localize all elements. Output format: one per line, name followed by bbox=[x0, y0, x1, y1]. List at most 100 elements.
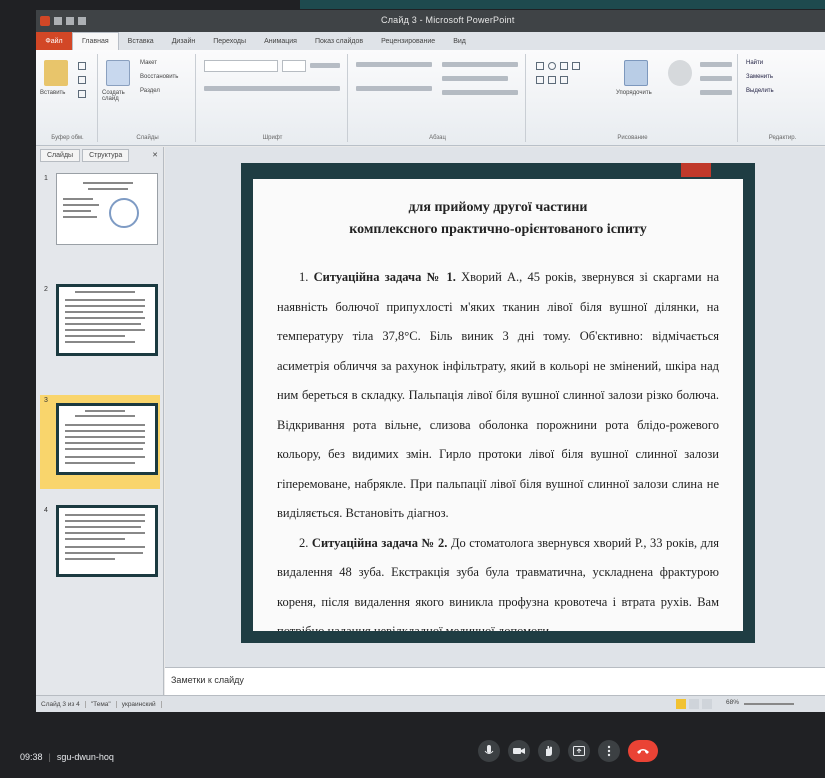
tab-slideshow[interactable]: Показ слайдов bbox=[306, 32, 372, 50]
paragraph-group-label: Абзац bbox=[429, 135, 446, 141]
font-format-buttons[interactable] bbox=[204, 86, 340, 91]
shape-line-icon[interactable] bbox=[560, 62, 568, 70]
task-1-label: Ситуаційна задача № 1. bbox=[313, 270, 456, 284]
shape-rect-icon[interactable] bbox=[536, 62, 544, 70]
slide-accent-bar bbox=[681, 163, 711, 177]
find-button[interactable]: Найти bbox=[746, 60, 763, 66]
theme-name: "Тема" bbox=[86, 700, 117, 708]
shape-star-icon[interactable] bbox=[548, 76, 556, 84]
convert-smartart-button[interactable] bbox=[442, 90, 518, 95]
shape-arrow-icon[interactable] bbox=[572, 62, 580, 70]
meet-control-bar: 09:38 | sgu-dwun-hoq bbox=[0, 712, 825, 778]
slide-thumbnail-4[interactable]: 4 bbox=[40, 505, 160, 587]
slide-thumbnail-1[interactable]: 1 bbox=[40, 173, 160, 255]
editing-group-label: Редактир. bbox=[768, 135, 797, 141]
zoom-slider[interactable] bbox=[744, 703, 794, 705]
camera-icon[interactable] bbox=[508, 740, 530, 762]
tab-design[interactable]: Дизайн bbox=[163, 32, 205, 50]
slide-editor: для прийому другої частини комплексного … bbox=[165, 147, 825, 667]
notes-placeholder: Заметки к слайду bbox=[171, 675, 244, 685]
slides-pane-tabs: Слайды Структура ✕ bbox=[36, 147, 164, 163]
normal-view-icon[interactable] bbox=[676, 699, 686, 709]
clipboard-group-label: Буфер обм. bbox=[51, 135, 84, 141]
shape-outline-button[interactable] bbox=[700, 76, 732, 81]
microphone-icon[interactable] bbox=[478, 740, 500, 762]
arrange-icon[interactable] bbox=[624, 60, 648, 86]
end-call-icon[interactable] bbox=[628, 740, 658, 762]
tab-outline[interactable]: Структура bbox=[82, 148, 130, 162]
slide-count: Слайд 3 из 4 bbox=[36, 700, 86, 708]
replace-button[interactable]: Заменить bbox=[746, 74, 773, 80]
shape-effects-button[interactable] bbox=[700, 90, 732, 95]
present-screen-icon[interactable] bbox=[568, 740, 590, 762]
task-2-label: Ситуаційна задача № 2. bbox=[311, 535, 448, 550]
shape-fill-button[interactable] bbox=[700, 62, 732, 67]
meeting-time: 09:38 bbox=[20, 752, 43, 762]
reset-button[interactable]: Восстановить bbox=[140, 74, 178, 80]
current-slide[interactable]: для прийому другої частини комплексного … bbox=[241, 163, 755, 643]
powerpoint-icon bbox=[40, 16, 50, 26]
language-indicator[interactable]: украинский bbox=[117, 700, 162, 708]
tab-review[interactable]: Рецензирование bbox=[372, 32, 444, 50]
slides-group: Создать слайд Макет Восстановить Раздел … bbox=[100, 54, 196, 142]
slide-number: 2 bbox=[44, 286, 48, 293]
meeting-info: 09:38 | sgu-dwun-hoq bbox=[20, 752, 114, 762]
new-slide-label[interactable]: Создать слайд bbox=[102, 90, 138, 102]
editing-group: Найти Заменить Выделить Редактир. bbox=[740, 54, 825, 142]
shape-oval-icon[interactable] bbox=[548, 62, 556, 70]
format-painter-icon[interactable] bbox=[78, 90, 86, 98]
meet-window: Слайд 3 - Microsoft PowerPoint Файл Глав… bbox=[0, 0, 825, 778]
font-group-label: Шрифт bbox=[262, 135, 283, 141]
new-slide-icon[interactable] bbox=[106, 60, 130, 86]
tab-home[interactable]: Главная bbox=[72, 32, 119, 50]
list-buttons[interactable] bbox=[356, 62, 432, 67]
shape-triangle-icon[interactable] bbox=[536, 76, 544, 84]
thumbnail-image bbox=[56, 284, 158, 356]
paste-label[interactable]: Вставить bbox=[40, 90, 65, 96]
tab-view[interactable]: Вид bbox=[444, 32, 475, 50]
thumbnail-image bbox=[56, 173, 158, 245]
task-1-text: Хворий А., 45 років, звернувся зі скарга… bbox=[277, 270, 720, 520]
font-group: Шрифт bbox=[198, 54, 348, 142]
select-button[interactable]: Выделить bbox=[746, 88, 774, 94]
align-text-button[interactable] bbox=[442, 76, 508, 81]
arrange-label[interactable]: Упорядочить bbox=[616, 90, 652, 96]
section-button[interactable]: Раздел bbox=[140, 88, 160, 94]
notes-pane[interactable]: Заметки к слайду bbox=[165, 667, 825, 695]
raise-hand-icon[interactable] bbox=[538, 740, 560, 762]
quick-styles-icon[interactable] bbox=[668, 60, 692, 86]
text-direction-button[interactable] bbox=[442, 62, 518, 67]
tab-file[interactable]: Файл bbox=[36, 32, 72, 50]
save-icon[interactable] bbox=[54, 17, 62, 25]
copy-icon[interactable] bbox=[78, 76, 86, 84]
font-size-select[interactable] bbox=[282, 60, 306, 72]
align-buttons[interactable] bbox=[356, 86, 432, 91]
tab-animations[interactable]: Анимация bbox=[255, 32, 306, 50]
drawing-group: Упорядочить Рисование bbox=[528, 54, 738, 142]
tab-transitions[interactable]: Переходы bbox=[204, 32, 255, 50]
slide-title-line2: комплексного практично-орієнтованого ісп… bbox=[349, 222, 647, 237]
redo-icon[interactable] bbox=[78, 17, 86, 25]
close-pane-icon[interactable]: ✕ bbox=[152, 151, 158, 159]
slide-thumbnail-2[interactable]: 2 bbox=[40, 284, 160, 366]
shape-brace-icon[interactable] bbox=[560, 76, 568, 84]
font-size-buttons[interactable] bbox=[310, 63, 340, 68]
task-1: 1. Ситуаційна задача № 1. Хворий А., 45 … bbox=[277, 270, 720, 520]
zoom-level[interactable]: 68% bbox=[726, 699, 739, 706]
undo-icon[interactable] bbox=[66, 17, 74, 25]
cut-icon[interactable] bbox=[78, 62, 86, 70]
more-options-icon[interactable] bbox=[598, 740, 620, 762]
reading-view-icon[interactable] bbox=[702, 699, 712, 709]
tab-insert[interactable]: Вставка bbox=[119, 32, 163, 50]
slide-number: 3 bbox=[44, 397, 48, 404]
layout-button[interactable]: Макет bbox=[140, 60, 157, 66]
font-family-select[interactable] bbox=[204, 60, 278, 72]
tab-slides[interactable]: Слайды bbox=[40, 148, 81, 162]
paragraph-group: Абзац bbox=[350, 54, 526, 142]
slide-content[interactable]: для прийому другої частини комплексного … bbox=[253, 179, 743, 631]
paste-icon[interactable] bbox=[44, 60, 68, 86]
sorter-view-icon[interactable] bbox=[689, 699, 699, 709]
call-controls bbox=[478, 740, 658, 762]
slide-thumbnail-3[interactable]: 3 bbox=[40, 395, 160, 489]
info-separator: | bbox=[48, 752, 51, 762]
